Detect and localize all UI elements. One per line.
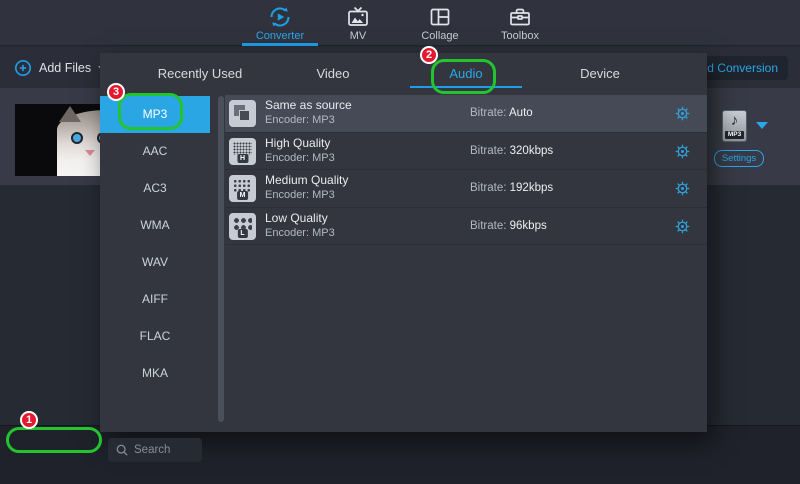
music-note-icon <box>723 112 746 129</box>
active-tab-underline <box>410 86 522 88</box>
profile-settings-gear-icon[interactable] <box>673 180 691 198</box>
sidebar-item-ac3[interactable]: AC3 <box>100 170 210 207</box>
nav-label: Toolbox <box>482 30 558 42</box>
sidebar-item-flac[interactable]: FLAC <box>100 318 210 355</box>
sidebar-item-aac[interactable]: AAC <box>100 133 210 170</box>
format-dropdown-caret[interactable] <box>756 122 768 129</box>
low-quality-icon: L <box>229 213 256 240</box>
profile-name: Same as source <box>265 98 352 112</box>
high-quality-icon: H <box>229 138 256 165</box>
collage-icon <box>428 5 452 29</box>
profile-settings-gear-icon[interactable] <box>673 105 691 123</box>
nav-tab-collage[interactable]: Collage <box>402 0 478 46</box>
profile-row-high-quality[interactable]: H High Quality Encoder: MP3 Bitrate: 320… <box>225 133 707 171</box>
profile-settings-gear-icon[interactable] <box>673 143 691 161</box>
profile-encoder: Encoder: MP3 <box>265 189 335 201</box>
nav-label: MV <box>320 30 396 42</box>
profile-bitrate: Bitrate: Auto <box>470 107 533 119</box>
medium-quality-icon: M <box>229 175 256 202</box>
nav-tab-mv[interactable]: MV <box>320 0 396 46</box>
same-as-source-icon <box>229 100 256 127</box>
add-files-button[interactable]: Add Files <box>14 55 106 81</box>
profile-name: High Quality <box>265 136 330 150</box>
format-badge: MP3 <box>725 131 744 139</box>
format-picker-panel: Recently Used Video Audio Device MP3 AAC… <box>100 53 707 432</box>
tab-video[interactable]: Video <box>273 53 393 95</box>
output-format-cell: MP3 Settings <box>710 88 800 185</box>
search-input[interactable] <box>134 444 194 456</box>
profile-encoder: Encoder: MP3 <box>265 227 335 239</box>
profile-bitrate: Bitrate: 96kbps <box>470 220 547 232</box>
mp3-file-icon[interactable]: MP3 <box>722 110 747 142</box>
search-icon <box>116 444 128 456</box>
nav-label: Converter <box>242 30 318 42</box>
profile-row-medium-quality[interactable]: M Medium Quality Encoder: MP3 Bitrate: 1… <box>225 170 707 208</box>
profile-name: Medium Quality <box>265 173 348 187</box>
profile-list: Same as source Encoder: MP3 Bitrate: Aut… <box>225 95 707 432</box>
nav-tab-converter[interactable]: Converter <box>242 0 318 46</box>
profile-encoder: Encoder: MP3 <box>265 152 335 164</box>
nav-label: Collage <box>402 30 478 42</box>
sidebar-scrollbar[interactable] <box>218 96 224 422</box>
settings-button[interactable]: Settings <box>714 150 764 167</box>
tab-recently-used[interactable]: Recently Used <box>140 53 260 95</box>
profile-encoder: Encoder: MP3 <box>265 114 335 126</box>
cat-nose <box>85 150 95 156</box>
add-plus-icon <box>14 59 32 77</box>
top-navigation: Converter MV Collage <box>0 0 800 46</box>
cat-eye <box>71 132 83 144</box>
converter-icon <box>268 5 292 29</box>
profile-row-same-as-source[interactable]: Same as source Encoder: MP3 Bitrate: Aut… <box>225 95 707 133</box>
cat-ear <box>59 106 81 122</box>
profile-settings-gear-icon[interactable] <box>673 218 691 236</box>
toolbox-icon <box>508 5 532 29</box>
profile-bitrate: Bitrate: 192kbps <box>470 182 553 194</box>
tab-audio[interactable]: Audio <box>406 53 526 95</box>
sidebar-item-mka[interactable]: MKA <box>100 355 210 392</box>
profile-name: Low Quality <box>265 211 328 225</box>
search-box <box>108 438 202 462</box>
active-tab-underline <box>242 43 318 46</box>
sidebar-item-wav[interactable]: WAV <box>100 244 210 281</box>
nav-tab-toolbox[interactable]: Toolbox <box>482 0 558 46</box>
format-sidebar: MP3 AAC AC3 WMA WAV AIFF FLAC MKA <box>100 96 210 432</box>
sidebar-item-wma[interactable]: WMA <box>100 207 210 244</box>
mv-icon <box>346 5 370 29</box>
sidebar-item-mp3[interactable]: MP3 <box>100 96 210 133</box>
add-files-label: Add Files <box>39 61 91 75</box>
profile-bitrate: Bitrate: 320kbps <box>470 145 553 157</box>
sidebar-item-aiff[interactable]: AIFF <box>100 281 210 318</box>
app-window: Converter MV Collage <box>0 0 800 484</box>
profile-row-low-quality[interactable]: L Low Quality Encoder: MP3 Bitrate: 96kb… <box>225 208 707 246</box>
tab-device[interactable]: Device <box>540 53 660 95</box>
